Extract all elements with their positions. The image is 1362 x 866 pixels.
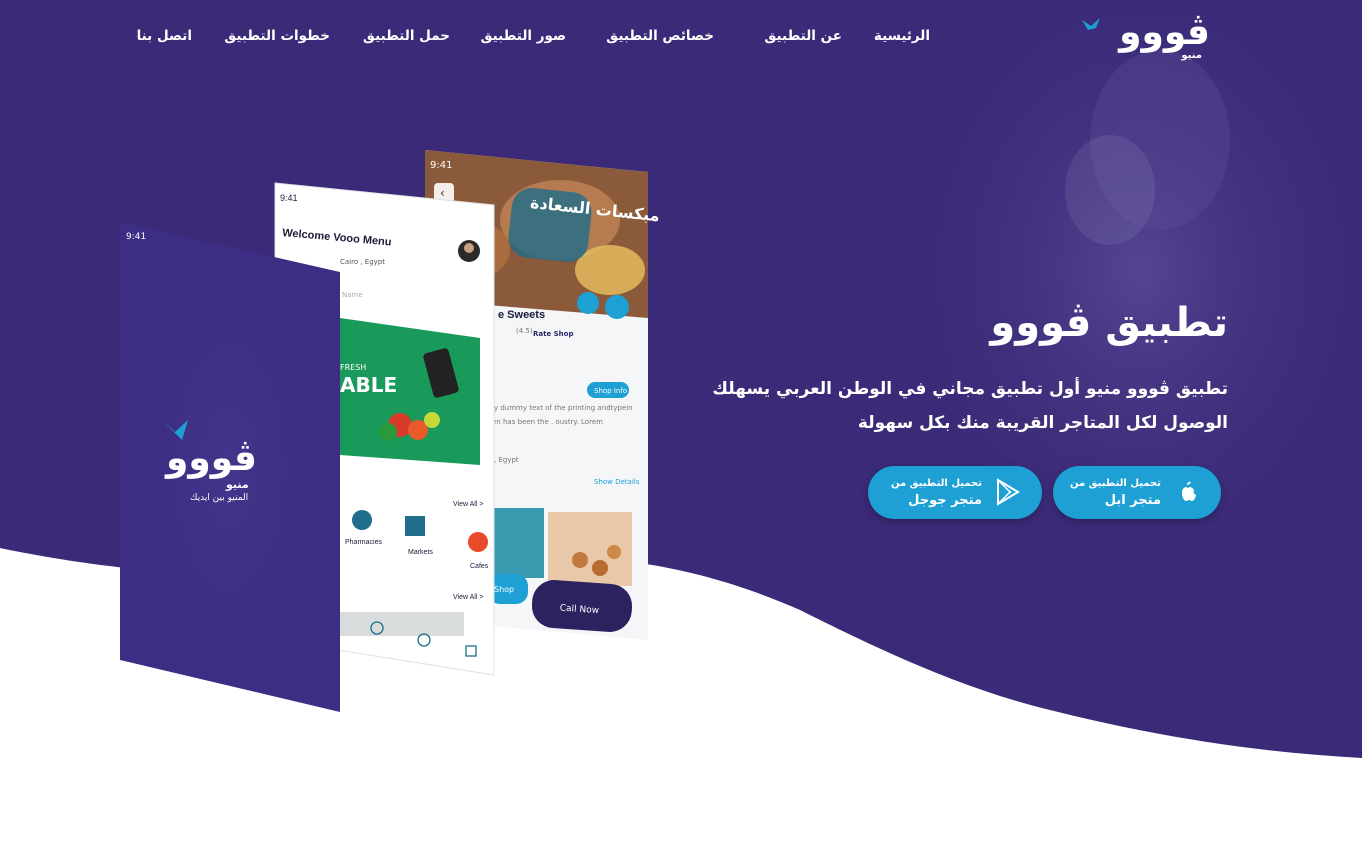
splash-tagline: المنيو بين ايديك [190, 493, 248, 503]
home-status-time: 9:41 [280, 193, 298, 203]
svg-text:Shop: Shop [494, 585, 514, 594]
view-all-link-1[interactable]: View All > [453, 501, 483, 508]
view-all-link-2[interactable]: View All > [453, 594, 483, 601]
hero-title: تطبيق ڤووو [990, 300, 1228, 346]
share-icon[interactable] [577, 292, 599, 314]
show-details-link[interactable]: Show Details [594, 478, 640, 486]
search-input[interactable]: Name [342, 291, 363, 299]
shop-rating: (4.5) [516, 327, 533, 335]
google-button-label: متجر جوجل [908, 493, 982, 508]
shop-description-2: en has been the . oustry. Lorem [492, 418, 603, 426]
svg-text:Shop Info: Shop Info [594, 387, 627, 395]
pharmacy-icon[interactable] [352, 510, 372, 530]
phone-splash-screen: 9:41 ڤووو منيو المنيو بين ايديك [120, 222, 340, 712]
splash-status-time: 9:41 [126, 232, 146, 242]
market-icon[interactable] [405, 516, 425, 536]
category-cafes[interactable]: Cafes [470, 563, 489, 570]
svg-text:ABLE: ABLE [340, 373, 397, 397]
cafe-icon[interactable] [468, 532, 488, 552]
google-play-icon [997, 478, 1020, 506]
chevron-left-icon: ‹ [440, 186, 445, 200]
apple-icon [1182, 481, 1196, 501]
splash-logo-sub: منيو [225, 478, 249, 491]
google-play-button[interactable]: تحميل التطبيق من متجر جوجل [868, 466, 1042, 519]
category-pharmacies[interactable]: Pharmacies [345, 539, 382, 546]
gallery-image-1[interactable] [492, 508, 544, 578]
category-markets[interactable]: Markets [408, 549, 433, 556]
apple-button-top: تحميل التطبيق من [1069, 478, 1161, 489]
rate-shop-link[interactable]: Rate Shop [533, 330, 574, 338]
apple-store-button[interactable]: تحميل التطبيق من متجر ابل [1053, 466, 1221, 519]
apple-button-label: متجر ابل [1104, 493, 1161, 508]
shop-description: ly dummy text of the printing andtypein [492, 404, 633, 412]
shop-location: , Egypt [494, 456, 519, 464]
google-button-top: تحميل التطبيق من [890, 478, 982, 489]
hero-description: تطبيق ڤووو منيو أول تطبيق مجاني في الوطن… [712, 379, 1228, 433]
shop-status-time: 9:41 [430, 160, 452, 171]
svg-text:FRESH: FRESH [340, 363, 366, 372]
heart-icon[interactable] [605, 295, 629, 319]
shop-name: e Sweets [498, 309, 545, 321]
user-location: Cairo , Egypt [340, 258, 385, 266]
splash-logo-text: ڤووو [164, 438, 257, 479]
